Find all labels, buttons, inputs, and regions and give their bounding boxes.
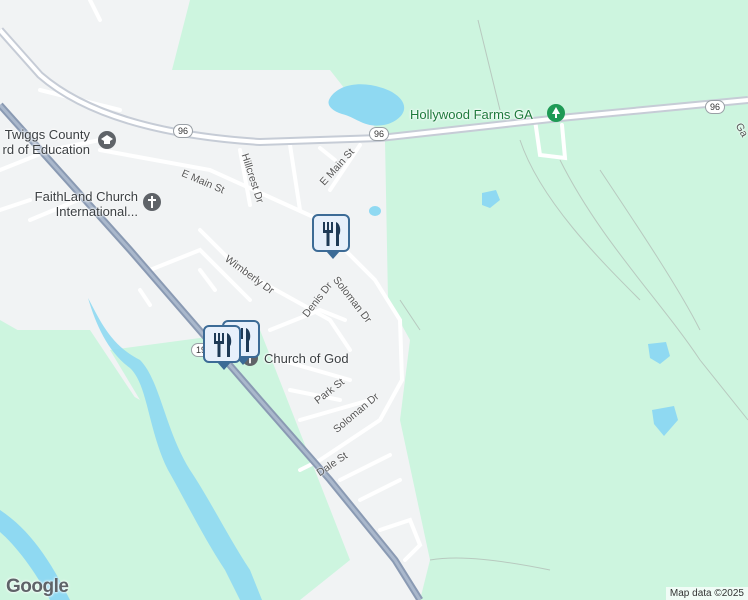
route-96-shield: 96: [173, 124, 194, 138]
poi-faithland-church[interactable]: FaithLand Church International...: [20, 189, 138, 219]
google-logo: Google: [6, 576, 69, 597]
pond-east3: [652, 406, 678, 436]
poi-church-of-god[interactable]: Church of God: [264, 351, 349, 366]
restaurant-icon: [214, 333, 232, 357]
restaurant-pin[interactable]: [203, 325, 241, 370]
restaurant-icon: [323, 222, 341, 246]
poi-board-of-education[interactable]: Twiggs County rd of Education: [0, 127, 90, 157]
map-canvas[interactable]: [0, 0, 748, 600]
church-icon[interactable]: [143, 193, 161, 211]
pond-east1: [482, 190, 500, 208]
pond-east2: [648, 342, 670, 364]
restaurant-pin[interactable]: [312, 214, 350, 259]
poi-hollywood-farms[interactable]: Hollywood Farms GA: [410, 107, 533, 122]
pond-small: [369, 206, 381, 216]
poi-label: Twiggs County rd of Education: [2, 127, 90, 157]
route-96-shield: 96: [705, 100, 726, 114]
park-icon[interactable]: [547, 104, 565, 122]
school-icon[interactable]: [98, 131, 116, 149]
map-attribution[interactable]: Map data ©2025: [665, 587, 748, 600]
poi-label: FaithLand Church International...: [34, 189, 138, 219]
route-96-shield: 96: [369, 127, 390, 141]
